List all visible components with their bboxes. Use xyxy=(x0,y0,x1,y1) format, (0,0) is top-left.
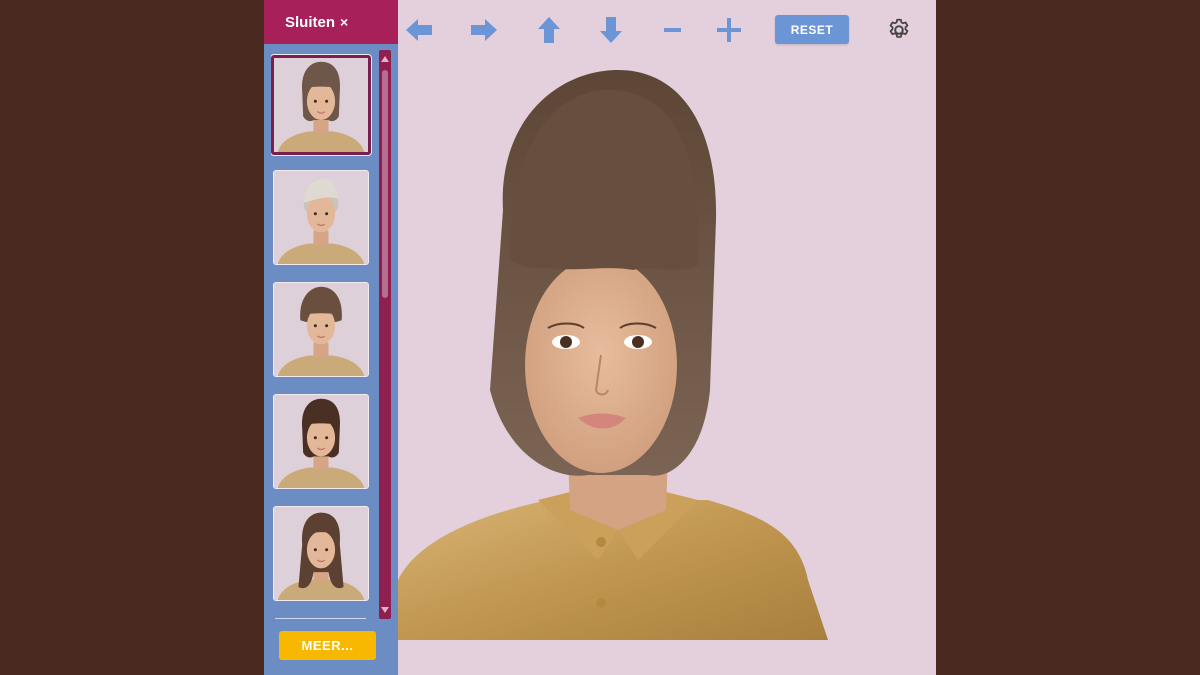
move-left-button[interactable] xyxy=(402,13,436,47)
zoom-out-button[interactable] xyxy=(655,13,689,47)
scroll-up-icon[interactable] xyxy=(381,56,389,62)
thumbnail-scrollbar[interactable] xyxy=(379,50,391,619)
hairstyle-thumbnail[interactable] xyxy=(271,55,371,155)
hairstyle-sidebar: Sluiten × MEER... xyxy=(264,0,398,675)
minus-icon xyxy=(664,28,681,32)
arrow-up-icon xyxy=(538,17,560,43)
thumbnail-portrait xyxy=(274,507,368,600)
scrollbar-thumb[interactable] xyxy=(382,70,388,298)
portrait-image xyxy=(398,70,828,640)
plus-icon xyxy=(717,18,741,42)
arrow-left-icon xyxy=(406,19,432,41)
move-down-button[interactable] xyxy=(594,13,628,47)
hairstyle-app: Sluiten × MEER... RESET xyxy=(264,0,936,675)
move-up-button[interactable] xyxy=(532,13,566,47)
move-right-button[interactable] xyxy=(467,13,501,47)
scroll-down-icon[interactable] xyxy=(381,607,389,613)
thumbnail-portrait xyxy=(274,58,368,152)
zoom-in-button[interactable] xyxy=(712,13,746,47)
hairstyle-thumbnail[interactable] xyxy=(273,394,369,489)
close-icon: × xyxy=(340,14,349,30)
hairstyle-thumbnail[interactable] xyxy=(273,506,369,601)
gear-icon xyxy=(889,18,909,38)
arrow-right-icon xyxy=(471,19,497,41)
close-sidebar-button[interactable]: Sluiten × xyxy=(264,0,398,44)
thumbnail-portrait xyxy=(274,283,368,376)
thumbnail-portrait xyxy=(274,171,368,264)
arrow-down-icon xyxy=(600,17,622,43)
close-label: Sluiten xyxy=(285,13,336,31)
more-styles-button[interactable]: MEER... xyxy=(279,631,376,660)
hairstyle-thumbnail[interactable] xyxy=(273,282,369,377)
reset-button[interactable]: RESET xyxy=(775,15,849,44)
sidebar-divider xyxy=(275,618,366,619)
hairstyle-preview[interactable] xyxy=(398,60,936,675)
settings-button[interactable] xyxy=(886,17,912,43)
thumbnail-portrait xyxy=(274,395,368,488)
hairstyle-thumbnail[interactable] xyxy=(273,170,369,265)
hairstyle-thumbnail-list[interactable] xyxy=(271,52,377,604)
